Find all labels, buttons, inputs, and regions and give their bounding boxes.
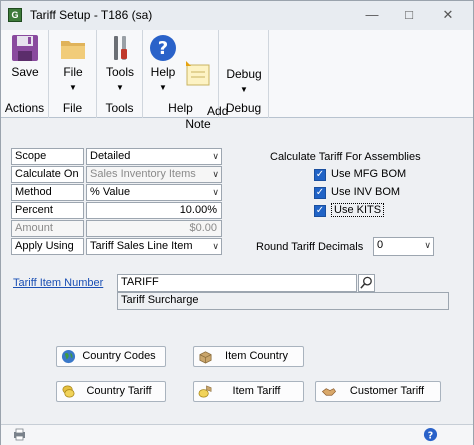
percent-label: Percent (11, 202, 84, 219)
calculate-on-value: Sales Inventory Items (90, 168, 196, 180)
use-inv-bom-checkbox[interactable]: ✓ (314, 187, 326, 199)
use-mfg-bom-label: Use MFG BOM (331, 168, 407, 180)
tariff-item-number-link[interactable]: Tariff Item Number (13, 277, 103, 289)
ribbon-group-tools: Tools ▼ Tools (97, 30, 143, 118)
help-icon: ? (150, 35, 176, 61)
minimize-button[interactable]: — (357, 6, 387, 24)
customer-tariff-button[interactable]: Customer Tariff (315, 381, 441, 402)
tools-label: Tools (105, 65, 134, 79)
tools-button[interactable]: Tools ▼ (101, 33, 139, 94)
chevron-down-icon: ∨ (212, 187, 219, 197)
save-icon (12, 35, 38, 61)
method-label: Method (11, 184, 84, 201)
title-bar: G Tariff Setup - T186 (sa) — □ ✕ (1, 1, 473, 30)
lookup-button[interactable] (358, 274, 375, 292)
item-country-button[interactable]: Item Country (193, 346, 304, 367)
debug-button[interactable]: Debug ▼ (223, 68, 265, 96)
ribbon: Save Actions File ▼ File Tools ▼ Tools ?… (1, 30, 473, 131)
help-label: Help (150, 65, 176, 79)
svg-text:?: ? (158, 38, 168, 59)
item-country-label: Item Country (225, 350, 288, 362)
app-icon: G (8, 8, 22, 22)
chevron-down-icon: ∨ (424, 240, 431, 250)
svg-text:?: ? (428, 430, 433, 441)
search-icon (360, 276, 372, 289)
assemblies-heading: Calculate Tariff For Assemblies (270, 151, 421, 163)
use-kits-checkbox[interactable]: ✓ (314, 205, 326, 217)
tools-icon (114, 36, 127, 60)
file-group-label: File (62, 101, 83, 115)
item-tariff-label: Item Tariff (232, 385, 281, 397)
file-button[interactable]: File ▼ (55, 33, 91, 94)
save-button[interactable]: Save (7, 33, 43, 79)
amount-label: Amount (11, 220, 84, 237)
calculate-on-select[interactable]: Sales Inventory Items ∨ (86, 166, 222, 183)
use-inv-bom-label: Use INV BOM (331, 186, 401, 198)
debug-label: Debug (226, 67, 262, 81)
tariff-setup-window: G Tariff Setup - T186 (sa) — □ ✕ Save Ac… (0, 0, 474, 445)
method-select[interactable]: % Value ∨ (86, 184, 222, 201)
file-dropdown-icon: ▼ (69, 83, 77, 92)
country-tariff-label: Country Tariff (86, 385, 152, 397)
tools-dropdown-icon: ▼ (116, 83, 124, 92)
coins-icon (62, 385, 75, 398)
round-decimals-value: 0 (377, 239, 384, 251)
package-icon (199, 351, 212, 364)
country-tariff-button[interactable]: Country Tariff (56, 381, 166, 402)
debug-dropdown-icon: ▼ (240, 85, 248, 94)
item-coins-icon (198, 385, 212, 398)
amount-input[interactable]: $0.00 (86, 220, 222, 237)
scope-value: Detailed (90, 150, 131, 162)
maximize-button[interactable]: □ (394, 6, 424, 24)
apply-using-label: Apply Using (11, 238, 84, 255)
globe-icon (61, 349, 76, 364)
round-decimals-select[interactable]: 0 ∨ (373, 237, 434, 256)
scope-select[interactable]: Detailed ∨ (86, 148, 222, 165)
country-codes-label: Country Codes (82, 350, 156, 362)
ribbon-group-actions: Save Actions (1, 30, 49, 118)
help-icon[interactable]: ? (423, 427, 438, 442)
round-decimals-label: Round Tariff Decimals (256, 241, 364, 253)
actions-group-label: Actions (4, 101, 45, 115)
ribbon-group-help: ? Help ▼ Add Note Help (143, 30, 228, 131)
ribbon-group-debug: Debug ▼ Debug (219, 30, 269, 118)
file-label: File (63, 65, 83, 79)
help-dropdown-icon: ▼ (159, 83, 167, 92)
save-label: Save (11, 65, 39, 79)
use-kits-label: Use KITS (331, 203, 385, 217)
apply-using-value: Tariff Sales Line Item (90, 240, 193, 252)
status-bar: ? (1, 424, 473, 445)
item-tariff-button[interactable]: Item Tariff (193, 381, 304, 402)
country-codes-button[interactable]: Country Codes (56, 346, 166, 367)
tariff-item-description: Tariff Surcharge (117, 292, 449, 310)
apply-using-select[interactable]: Tariff Sales Line Item ∨ (86, 238, 222, 255)
debug-group-label: Debug (225, 101, 262, 115)
method-value: % Value (90, 186, 131, 198)
chevron-down-icon: ∨ (212, 169, 219, 179)
tools-group-label: Tools (105, 101, 134, 115)
printer-icon[interactable] (13, 428, 26, 441)
percent-input[interactable]: 10.00% (86, 202, 222, 219)
note-icon (186, 61, 210, 86)
customer-tariff-label: Customer Tariff (349, 385, 425, 397)
folder-icon (61, 41, 85, 59)
tariff-item-input[interactable]: TARIFF (117, 274, 357, 292)
form-body: Scope Detailed ∨ Calculate On Sales Inve… (1, 119, 473, 425)
use-mfg-bom-checkbox[interactable]: ✓ (314, 169, 326, 181)
handshake-icon (321, 388, 336, 396)
ribbon-group-file: File ▼ File (49, 30, 97, 118)
calculate-on-label: Calculate On (11, 166, 84, 183)
scope-label: Scope (11, 148, 84, 165)
help-group-label: Help (168, 101, 193, 115)
window-title: Tariff Setup - T186 (sa) (30, 8, 153, 22)
close-button[interactable]: ✕ (433, 6, 463, 24)
chevron-down-icon: ∨ (212, 241, 219, 251)
help-button[interactable]: ? Help ▼ (147, 33, 179, 94)
chevron-down-icon: ∨ (212, 151, 219, 161)
